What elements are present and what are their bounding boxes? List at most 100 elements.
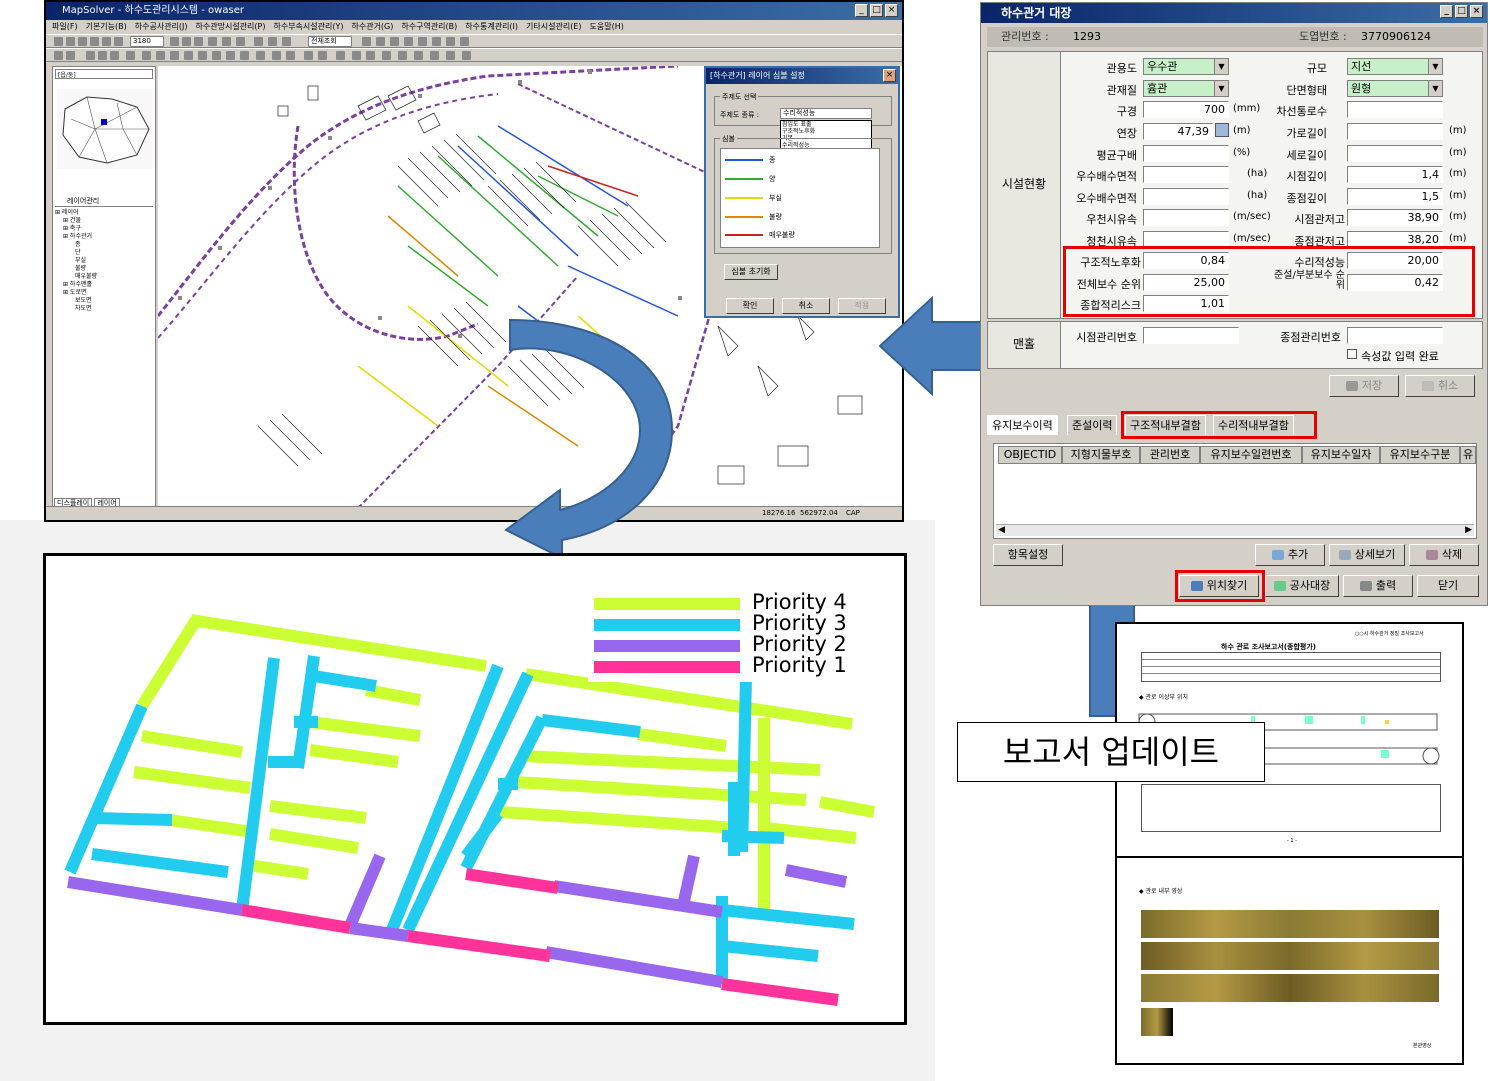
attr-done-label: 속성값 입력 완료 <box>1361 350 1439 363</box>
save-button[interactable]: 저장 <box>1329 375 1399 397</box>
end-elev-unit: (m) <box>1449 233 1467 244</box>
manhole-section-label: 맨홀 <box>1012 337 1036 351</box>
close-button[interactable]: × <box>1470 5 1483 18</box>
diameter-label: 구경 <box>1116 105 1137 118</box>
grid-header[interactable]: 유지보수일련번호 <box>1200 446 1302 464</box>
report-legend-table <box>1141 784 1441 832</box>
length-field[interactable]: 47,39 <box>1143 123 1213 140</box>
report-page-number: - 1 - <box>1287 838 1297 844</box>
scale-combo[interactable]: 지선 ▼ <box>1347 58 1443 75</box>
maintenance-grid[interactable]: OBJECTID 지형지물부호 관리번호 유지보수일련번호 유지보수일자 유지보… <box>993 443 1477 539</box>
priority-2-pipes <box>67 853 848 988</box>
report-top-header: ○○시 하수관거 정밀 조사보고서 <box>1355 631 1424 637</box>
sewage-area-field[interactable] <box>1143 188 1229 205</box>
rain-area-unit: (ha) <box>1247 168 1268 179</box>
start-depth-field[interactable]: 1,4 <box>1347 166 1443 183</box>
page-divider <box>1117 856 1462 858</box>
register-title-bar: 하수관거 대장 _ □ × <box>981 3 1487 23</box>
cctv-strip <box>1141 910 1439 938</box>
delete-button[interactable]: 삭제 <box>1409 544 1479 566</box>
start-manhole-label: 시점관리번호 <box>1076 331 1137 344</box>
detail-button[interactable]: 상세보기 <box>1329 544 1405 566</box>
start-elev-unit: (m) <box>1449 211 1467 222</box>
report-section-2: ◆ 관로 내부 영상 <box>1139 888 1183 895</box>
hydraulic-field[interactable]: 20,00 <box>1347 252 1443 269</box>
grid-header[interactable]: 관리번호 <box>1140 446 1200 464</box>
shape-combo[interactable]: 원형 ▼ <box>1347 80 1443 97</box>
start-manhole-field[interactable] <box>1143 327 1239 344</box>
hydraulic-label: 수리적성능 <box>1294 256 1345 269</box>
defect-tabs-highlight <box>1121 411 1317 439</box>
cancel-edit-button[interactable]: 취소 <box>1405 375 1475 397</box>
start-depth-label: 시점깊이 <box>1286 170 1327 183</box>
overall-field[interactable]: 25,00 <box>1143 274 1229 291</box>
end-depth-label: 종점깊이 <box>1286 192 1327 205</box>
horizontal-scrollbar[interactable]: ◀ ▶ <box>996 524 1474 536</box>
start-elev-field[interactable]: 38,90 <box>1347 209 1443 226</box>
rain-area-field[interactable] <box>1143 166 1229 183</box>
legend-swatch <box>594 598 740 610</box>
print-button[interactable]: 출력 <box>1343 575 1413 597</box>
cctv-strip <box>1141 1008 1173 1036</box>
priority-1-pipes <box>241 868 839 1006</box>
lanes-label: 차선통로수 <box>1276 105 1327 118</box>
material-combo[interactable]: 흄관 ▼ <box>1143 80 1229 97</box>
height-unit: (m) <box>1449 147 1467 158</box>
width-field[interactable] <box>1347 123 1443 140</box>
scroll-left-icon[interactable]: ◀ <box>998 525 1005 535</box>
close-register-button[interactable]: 닫기 <box>1417 575 1479 597</box>
diameter-field[interactable]: 700 <box>1143 101 1229 118</box>
add-button[interactable]: 추가 <box>1255 544 1325 566</box>
arrow-curve-icon <box>504 318 674 560</box>
grid-header[interactable]: 유지보수구분 <box>1380 446 1460 464</box>
tab-dredging-history[interactable]: 준설이력 <box>1067 415 1118 435</box>
end-manhole-field[interactable] <box>1347 327 1443 344</box>
report-title: 하수 관로 조사보고서(종합평가) <box>1221 643 1316 651</box>
tab-maintenance-history[interactable]: 유지보수이력 <box>987 415 1058 435</box>
slope-unit: (%) <box>1233 147 1251 158</box>
grid-header[interactable]: 지형지물부호 <box>1062 446 1140 464</box>
lanes-field[interactable] <box>1347 101 1443 118</box>
risk-field[interactable]: 1,01 <box>1143 295 1229 312</box>
map-no-label: 도엽번호 : <box>1299 30 1347 43</box>
height-label: 세로길이 <box>1286 149 1327 162</box>
measure-icon[interactable] <box>1215 123 1229 137</box>
report-caption: 본관영상 <box>1413 1043 1432 1049</box>
grid-header[interactable]: 유 <box>1460 446 1476 464</box>
start-elev-label: 시점관저고 <box>1294 213 1345 226</box>
dredge-field[interactable]: 0,42 <box>1347 274 1443 291</box>
overall-label: 전체보수 순위 <box>1076 278 1141 291</box>
survey-report-document: ○○시 하수관거 정밀 조사보고서 하수 관로 조사보고서(종합평가) ◆ 관로… <box>1115 622 1464 1065</box>
grid-header[interactable]: OBJECTID <box>998 446 1062 464</box>
start-depth-unit: (m) <box>1449 168 1467 179</box>
end-depth-field[interactable]: 1,5 <box>1347 188 1443 205</box>
construction-register-button[interactable]: 공사대장 <box>1265 575 1339 597</box>
width-unit: (m) <box>1449 125 1467 136</box>
item-setting-button[interactable]: 항목설정 <box>993 544 1063 566</box>
dry-flow-unit: (m/sec) <box>1233 233 1271 244</box>
priority-diagram: Priority 4 Priority 3 Priority 2 Priority 1 <box>43 553 907 1025</box>
report-info-table <box>1141 652 1441 682</box>
length-unit: (m) <box>1233 125 1251 136</box>
minimize-button[interactable]: _ <box>1440 5 1453 18</box>
maximize-button[interactable]: □ <box>1455 5 1468 18</box>
rain-flow-field[interactable] <box>1143 209 1229 226</box>
cctv-strip <box>1141 974 1439 1002</box>
attr-done-checkbox[interactable] <box>1347 349 1357 359</box>
mgmt-no-label: 관리번호 : <box>1001 30 1049 43</box>
cctv-strip <box>1141 942 1439 970</box>
legend-label: Priority 1 <box>752 653 847 677</box>
height-field[interactable] <box>1347 145 1443 162</box>
slope-field[interactable] <box>1143 145 1229 162</box>
end-manhole-label: 종점관리번호 <box>1280 331 1341 344</box>
mgmt-no-value: 1293 <box>1073 30 1101 43</box>
structural-label: 구조적노후화 <box>1080 256 1141 269</box>
grid-header[interactable]: 유지보수일자 <box>1302 446 1380 464</box>
locate-highlight <box>1175 570 1265 602</box>
structural-field[interactable]: 0,84 <box>1143 252 1229 269</box>
rain-flow-unit: (m/sec) <box>1233 211 1271 222</box>
sewer-pipe-register-window: 하수관거 대장 _ □ × 관리번호 : 1293 도엽번호 : 3770906… <box>980 2 1488 606</box>
scroll-right-icon[interactable]: ▶ <box>1465 525 1472 535</box>
use-combo[interactable]: 우수관 ▼ <box>1143 58 1229 75</box>
legend-swatch <box>594 661 740 673</box>
